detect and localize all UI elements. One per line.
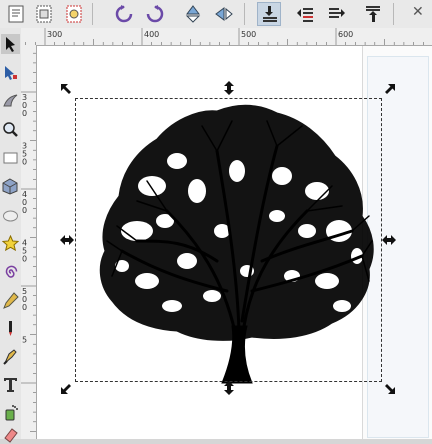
- toolbar-separator: [393, 3, 394, 25]
- spray-tool-icon[interactable]: [1, 402, 20, 422]
- ruler-label: 5: [22, 336, 27, 345]
- scale-handle-top-left-icon[interactable]: [59, 82, 75, 98]
- scale-handle-bottom-right-icon[interactable]: [381, 380, 397, 396]
- scale-handle-bottom-icon[interactable]: [221, 380, 237, 396]
- import-export-icon[interactable]: [62, 2, 86, 26]
- ruler-label: 0: [22, 109, 27, 118]
- ruler-label: 0: [22, 303, 27, 312]
- document-properties-icon[interactable]: [4, 2, 28, 26]
- text-tool-icon[interactable]: [1, 374, 20, 394]
- lower-to-bottom-icon[interactable]: [361, 2, 385, 26]
- 3d-box-tool-icon[interactable]: [1, 176, 20, 196]
- pencil-tool-icon[interactable]: [1, 290, 20, 310]
- commands-bar: ✕: [0, 0, 432, 29]
- pen-tool-icon[interactable]: [1, 318, 20, 338]
- ruler-label: 600: [338, 30, 353, 39]
- rectangle-tool-icon[interactable]: [1, 147, 20, 167]
- scale-handle-top-right-icon[interactable]: [381, 82, 397, 98]
- toolbar-separator: [244, 3, 245, 25]
- scale-handle-right-icon[interactable]: [381, 232, 397, 248]
- toolbar-separator: [92, 3, 93, 25]
- star-tool-icon[interactable]: [1, 233, 20, 253]
- horizontal-ruler[interactable]: 300 400 500 600: [21, 28, 432, 46]
- xml-editor-icon[interactable]: [32, 2, 56, 26]
- toolbox: [0, 28, 22, 443]
- zoom-tool-icon[interactable]: [1, 119, 20, 139]
- raise-to-top-icon[interactable]: [257, 2, 281, 26]
- spiral-tool-icon[interactable]: [1, 262, 20, 282]
- scale-handle-left-icon[interactable]: [59, 232, 75, 248]
- node-tool-icon[interactable]: [1, 62, 20, 82]
- tweak-tool-icon[interactable]: [1, 90, 20, 110]
- raise-icon[interactable]: [293, 2, 317, 26]
- ruler-label: 400: [144, 30, 159, 39]
- scale-handle-bottom-left-icon[interactable]: [59, 380, 75, 396]
- ruler-label: 500: [241, 30, 256, 39]
- ellipse-tool-icon[interactable]: [1, 205, 20, 225]
- calligraphy-tool-icon[interactable]: [1, 346, 20, 366]
- rotate-ccw-icon[interactable]: [112, 2, 136, 26]
- selection-bounding-box: [75, 98, 382, 382]
- ruler-label: 0: [22, 158, 27, 167]
- flip-horizontal-icon[interactable]: [212, 2, 236, 26]
- scale-handle-top-icon[interactable]: [221, 80, 237, 96]
- ruler-label: 0: [22, 255, 27, 264]
- flip-vertical-icon[interactable]: [181, 2, 205, 26]
- ruler-label: 0: [22, 206, 27, 215]
- vertical-ruler[interactable]: 3003504004505005: [21, 45, 37, 439]
- selector-tool-icon[interactable]: [1, 34, 20, 54]
- drawing-canvas[interactable]: [37, 46, 432, 439]
- lower-icon[interactable]: [325, 2, 349, 26]
- ruler-label: 300: [47, 30, 62, 39]
- close-icon[interactable]: ✕: [412, 5, 426, 19]
- rotate-cw-icon[interactable]: [143, 2, 167, 26]
- eraser-tool-icon[interactable]: [1, 424, 20, 444]
